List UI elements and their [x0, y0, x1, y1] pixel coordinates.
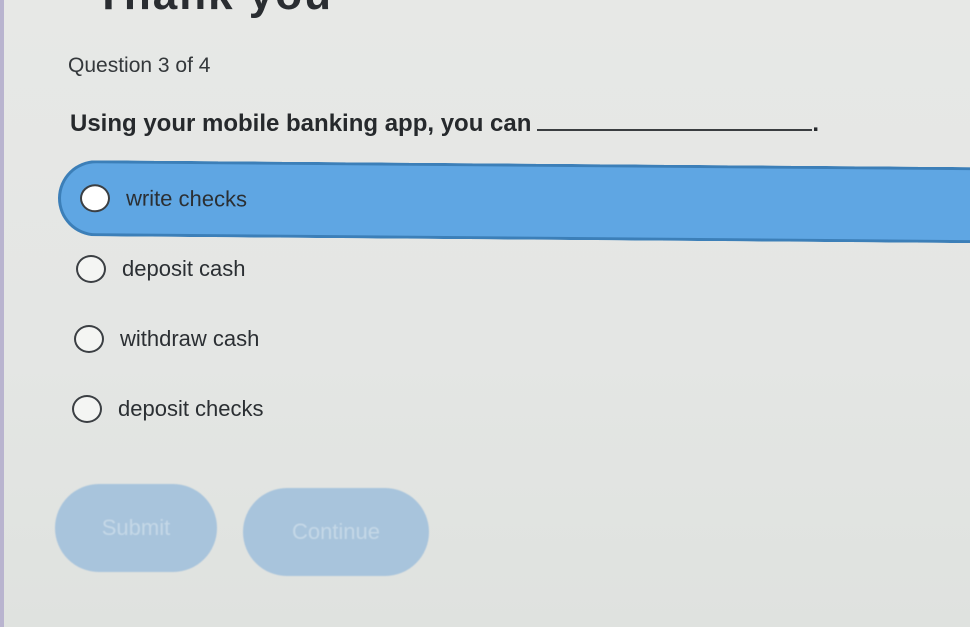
question-text: Using your mobile banking app, you can — [70, 110, 532, 137]
answer-option-withdraw-cash[interactable]: withdraw cash — [74, 325, 259, 353]
question-counter: Question 3 of 4 — [68, 54, 211, 77]
cropped-heading: Thank you — [95, 0, 333, 20]
radio-button[interactable] — [74, 325, 104, 353]
radio-button[interactable] — [79, 184, 111, 213]
radio-button[interactable] — [76, 255, 106, 283]
answer-option-write-checks[interactable]: write checks — [57, 160, 970, 244]
answer-option-label: deposit cash — [122, 256, 246, 281]
submit-button[interactable]: Submit — [55, 484, 217, 572]
continue-button[interactable]: Continue — [243, 488, 429, 576]
answer-option-label: write checks — [125, 185, 248, 212]
question-prompt: Using your mobile banking app, you can. — [70, 110, 819, 138]
window-edge — [0, 0, 4, 627]
answer-option-label: withdraw cash — [120, 326, 260, 351]
question-end-punctuation: . — [812, 110, 820, 137]
answer-blank — [537, 129, 813, 131]
radio-button[interactable] — [72, 395, 102, 423]
answer-option-deposit-cash[interactable]: deposit cash — [76, 255, 246, 283]
answer-option-deposit-checks[interactable]: deposit checks — [72, 395, 264, 423]
answer-option-label: deposit checks — [118, 396, 264, 421]
